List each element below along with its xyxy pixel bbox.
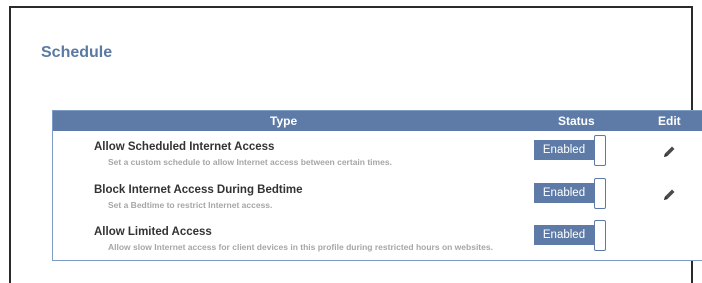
row-description: Allow slow Internet access for client de… <box>108 242 493 252</box>
toggle-handle <box>594 220 606 251</box>
edit-button[interactable] <box>661 187 677 203</box>
row-title: Allow Scheduled Internet Access <box>94 141 275 153</box>
status-label: Enabled <box>534 225 594 245</box>
pencil-icon <box>664 189 675 200</box>
status-label: Enabled <box>534 183 594 203</box>
page-title: Schedule <box>41 44 113 61</box>
table-row: Allow Limited Access Allow slow Internet… <box>53 220 702 269</box>
header-status: Status <box>558 114 595 128</box>
status-toggle[interactable]: Enabled <box>532 220 608 251</box>
toggle-handle <box>594 178 606 209</box>
pencil-icon <box>664 146 675 157</box>
row-title: Allow Limited Access <box>94 226 212 238</box>
schedule-table: Type Status Edit Allow Scheduled Interne… <box>52 110 702 261</box>
header-type: Type <box>270 114 298 128</box>
toggle-handle <box>594 135 606 166</box>
status-label: Enabled <box>534 140 594 160</box>
table-header: Type Status Edit <box>53 111 702 131</box>
header-edit: Edit <box>658 114 681 128</box>
row-title: Block Internet Access During Bedtime <box>94 184 303 196</box>
status-toggle[interactable]: Enabled <box>532 178 608 209</box>
schedule-window: Schedule Type Status Edit Allow Schedule… <box>9 6 702 283</box>
edit-button[interactable] <box>661 144 677 160</box>
row-description: Set a Bedtime to restrict Internet acces… <box>108 200 273 210</box>
status-toggle[interactable]: Enabled <box>532 135 608 166</box>
row-description: Set a custom schedule to allow Internet … <box>108 157 392 167</box>
